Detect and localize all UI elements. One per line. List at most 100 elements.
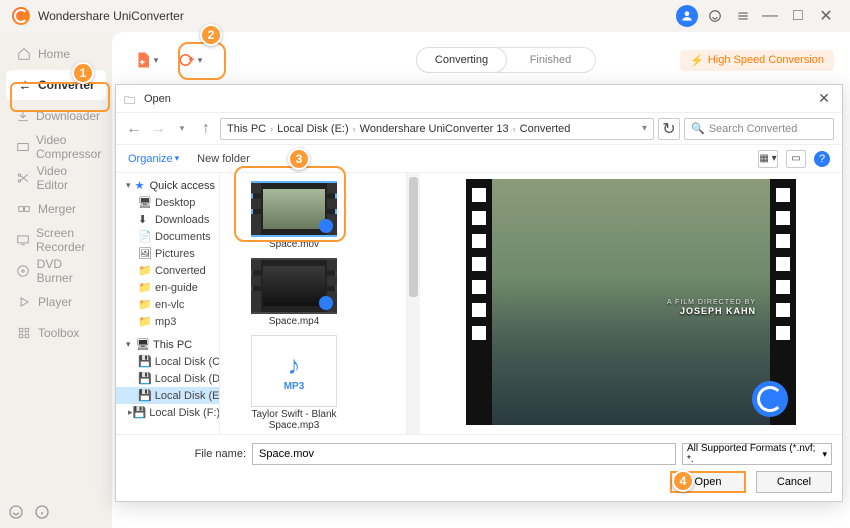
chevron-down-icon: ▾	[154, 55, 159, 66]
dialog-icon: 🗀	[124, 92, 138, 106]
tree-mp3[interactable]: 📁mp3	[116, 313, 219, 330]
preview-toggle-button[interactable]: ▭	[786, 150, 806, 168]
crumb[interactable]: Local Disk (E:)	[277, 123, 349, 135]
breadcrumb[interactable]: This PC› Local Disk (E:)› Wondershare Un…	[220, 118, 654, 140]
dialog-toolbar: Organize▾ New folder ▦ ▾ ▭ ?	[116, 145, 842, 173]
sidebar-item-dvd[interactable]: DVD Burner	[6, 256, 106, 286]
search-placeholder: Search Converted	[709, 123, 798, 135]
file-mp3[interactable]: ♪MP3 Taylor Swift - Blank Space.mp3	[244, 333, 344, 433]
converter-icon	[16, 77, 32, 93]
minimize-button[interactable]: —	[758, 4, 782, 28]
tree-disk-e[interactable]: 💾Local Disk (E:)	[116, 387, 219, 404]
status-tabs: Converting Finished	[416, 47, 596, 73]
nav-up[interactable]: ↑	[196, 119, 216, 139]
crumb[interactable]: This PC	[227, 123, 266, 135]
top-toolbar: ▾ ▾ Converting Finished ⚡ High Speed Con…	[128, 44, 834, 76]
nav-dropdown[interactable]: ▾	[172, 119, 192, 139]
new-folder-button[interactable]: New folder	[197, 153, 250, 165]
tab-converting[interactable]: Converting	[417, 48, 506, 72]
scissors-icon	[16, 170, 31, 186]
dialog-footer: File name: All Supported Formats (*.nvf;…	[116, 434, 842, 501]
file-label: Space.mov	[246, 239, 342, 250]
tree-disk-d[interactable]: 💾Local Disk (D:)	[116, 370, 219, 387]
file-scrollbar[interactable]	[406, 173, 420, 434]
open-dialog: 🗀 Open ✕ ← → ▾ ↑ This PC› Local Disk (E:…	[115, 84, 843, 502]
tab-finished[interactable]: Finished	[506, 48, 595, 72]
preview-pane: A FILM DIRECTED BY JOSEPH KAHN	[420, 173, 842, 434]
sidebar-item-label: DVD Burner	[37, 257, 96, 285]
crumb[interactable]: Converted	[520, 123, 571, 135]
tree-desktop[interactable]: 🖥Desktop	[116, 194, 219, 211]
tree-downloads[interactable]: ⬇Downloads	[116, 211, 219, 228]
high-speed-button[interactable]: ⚡ High Speed Conversion	[680, 50, 834, 71]
add-file-button[interactable]: ▾	[128, 44, 164, 76]
disc-icon	[16, 263, 31, 279]
tree-converted[interactable]: 📁Converted	[116, 262, 219, 279]
sidebar-item-recorder[interactable]: Screen Recorder	[6, 225, 106, 255]
search-input[interactable]: 🔍 Search Converted	[684, 118, 834, 140]
nav-back[interactable]: ←	[124, 119, 144, 139]
sidebar-item-label: Screen Recorder	[36, 226, 96, 254]
tree-disk-c[interactable]: 💾Local Disk (C:)	[116, 353, 219, 370]
sidebar-item-downloader[interactable]: Downloader	[6, 101, 106, 131]
sidebar: Home Converter Downloader Video Compress…	[0, 32, 112, 528]
quicktime-icon	[319, 296, 333, 310]
maximize-button[interactable]: □	[786, 4, 810, 28]
menu-icon[interactable]	[732, 5, 754, 27]
user-icon[interactable]	[676, 5, 698, 27]
sidebar-item-compressor[interactable]: Video Compressor	[6, 132, 106, 162]
grid-icon	[16, 325, 32, 341]
folder-tree: ▾★Quick access 🖥Desktop ⬇Downloads 📄Docu…	[116, 173, 220, 434]
sidebar-item-toolbox[interactable]: Toolbox	[6, 318, 106, 348]
sidebar-item-merger[interactable]: Merger	[6, 194, 106, 224]
bolt-icon: ⚡	[690, 54, 704, 67]
file-label: Taylor Swift - Blank Space.mp3	[246, 409, 342, 431]
sidebar-item-label: Video Compressor	[36, 133, 101, 161]
close-button[interactable]: ✕	[814, 4, 838, 28]
sidebar-item-player[interactable]: Player	[6, 287, 106, 317]
home-icon	[16, 46, 32, 62]
dialog-title: Open	[144, 93, 171, 105]
tree-this-pc[interactable]: ▾🖥This PC	[116, 336, 219, 353]
quicktime-badge-icon	[752, 381, 788, 417]
tree-disk-f[interactable]: ▸💾Local Disk (F:)	[116, 404, 219, 421]
file-space-mp4[interactable]: Space.mp4	[244, 256, 344, 329]
quicktime-icon	[319, 219, 333, 233]
feedback-icon[interactable]	[8, 504, 24, 520]
nav-forward[interactable]: →	[148, 119, 168, 139]
organize-button[interactable]: Organize▾	[128, 153, 179, 165]
dialog-close-button[interactable]: ✕	[814, 90, 834, 107]
file-list: Space.mov Space.mp4 ♪MP3 Taylor Swift - …	[220, 173, 406, 434]
file-plus-icon	[134, 51, 152, 69]
sidebar-item-editor[interactable]: Video Editor	[6, 163, 106, 193]
tree-quick-access[interactable]: ▾★Quick access	[116, 177, 219, 194]
file-area: Space.mov Space.mp4 ♪MP3 Taylor Swift - …	[220, 173, 842, 434]
file-label: Space.mp4	[246, 316, 342, 327]
sidebar-item-label: Downloader	[36, 109, 100, 123]
dialog-body: ▾★Quick access 🖥Desktop ⬇Downloads 📄Docu…	[116, 173, 842, 434]
annotation-2: 2	[200, 24, 222, 46]
support-icon[interactable]	[704, 5, 726, 27]
search-icon: 🔍	[691, 122, 705, 135]
help-button[interactable]: ?	[814, 151, 830, 167]
view-mode-button[interactable]: ▦ ▾	[758, 150, 778, 168]
refresh-button[interactable]: ↻	[658, 118, 680, 140]
format-select[interactable]: All Supported Formats (*.nvf; *.▾	[682, 443, 832, 465]
merger-icon	[16, 201, 32, 217]
crumb[interactable]: Wondershare UniConverter 13	[360, 123, 509, 135]
tree-documents[interactable]: 📄Documents	[116, 228, 219, 245]
tree-pictures[interactable]: 🖼Pictures	[116, 245, 219, 262]
play-icon	[16, 294, 32, 310]
info-icon[interactable]	[34, 504, 50, 520]
filename-input[interactable]	[252, 443, 676, 465]
add-url-button[interactable]: ▾	[172, 44, 208, 76]
recorder-icon	[16, 232, 30, 248]
sidebar-item-label: Player	[38, 295, 72, 309]
tree-en-vlc[interactable]: 📁en-vlc	[116, 296, 219, 313]
chevron-down-icon: ▾	[198, 55, 203, 66]
tree-en-guide[interactable]: 📁en-guide	[116, 279, 219, 296]
cancel-button[interactable]: Cancel	[756, 471, 832, 493]
dialog-titlebar: 🗀 Open ✕	[116, 85, 842, 113]
sidebar-item-label: Home	[38, 47, 70, 61]
file-space-mov[interactable]: Space.mov	[244, 179, 344, 252]
